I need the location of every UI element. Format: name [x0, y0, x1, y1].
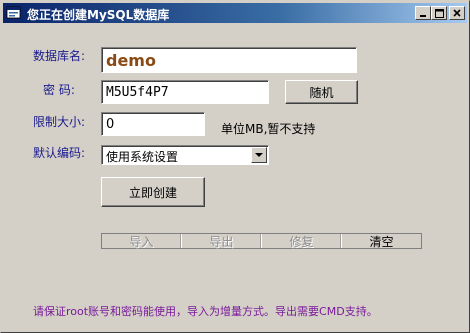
encoding-select[interactable]: 使用系统设置 [101, 145, 269, 165]
close-icon [453, 9, 461, 17]
size-limit-note: 单位MB,暂不支持 [221, 122, 316, 136]
password-label: 密 码: [43, 83, 75, 97]
minimize-button[interactable] [415, 6, 431, 20]
minimize-icon [420, 15, 426, 17]
db-name-label: 数据库名: [33, 49, 86, 63]
db-name-input[interactable]: demo [101, 47, 357, 73]
import-button[interactable]: 导入 [102, 234, 182, 249]
encoding-label: 默认编码: [33, 146, 86, 160]
close-button[interactable] [449, 6, 465, 20]
repair-button[interactable]: 修复 [262, 234, 342, 249]
export-button[interactable]: 导出 [182, 234, 262, 249]
dropdown-button[interactable] [251, 147, 267, 163]
action-toolbar: 导入 导出 修复 清空 [101, 233, 422, 249]
db-name-value: demo [106, 50, 156, 70]
chevron-down-icon [255, 152, 263, 157]
footer-note: 请保证root账号和密码能使用，导入为增量方式。导出需要CMD支持。 [33, 305, 378, 318]
size-limit-label: 限制大小: [33, 115, 86, 129]
window-title: 您正在创建MySQL数据库 [27, 8, 170, 22]
maximize-icon [434, 8, 444, 18]
create-database-window: 您正在创建MySQL数据库 数据库名: demo 密 码: M5U5f4P7 随… [0, 0, 470, 333]
create-now-button[interactable]: 立即创建 [101, 177, 205, 207]
title-bar[interactable]: 您正在创建MySQL数据库 [3, 3, 467, 23]
password-value: M5U5f4P7 [106, 84, 169, 100]
size-limit-value: 0 [106, 116, 115, 132]
mysql-app-icon [6, 6, 21, 19]
random-password-button[interactable]: 随机 [285, 80, 358, 104]
encoding-value: 使用系统设置 [106, 150, 179, 164]
size-limit-input[interactable]: 0 [101, 112, 205, 136]
password-input[interactable]: M5U5f4P7 [101, 80, 269, 104]
maximize-button[interactable] [431, 6, 447, 20]
clear-button[interactable]: 清空 [342, 234, 421, 249]
